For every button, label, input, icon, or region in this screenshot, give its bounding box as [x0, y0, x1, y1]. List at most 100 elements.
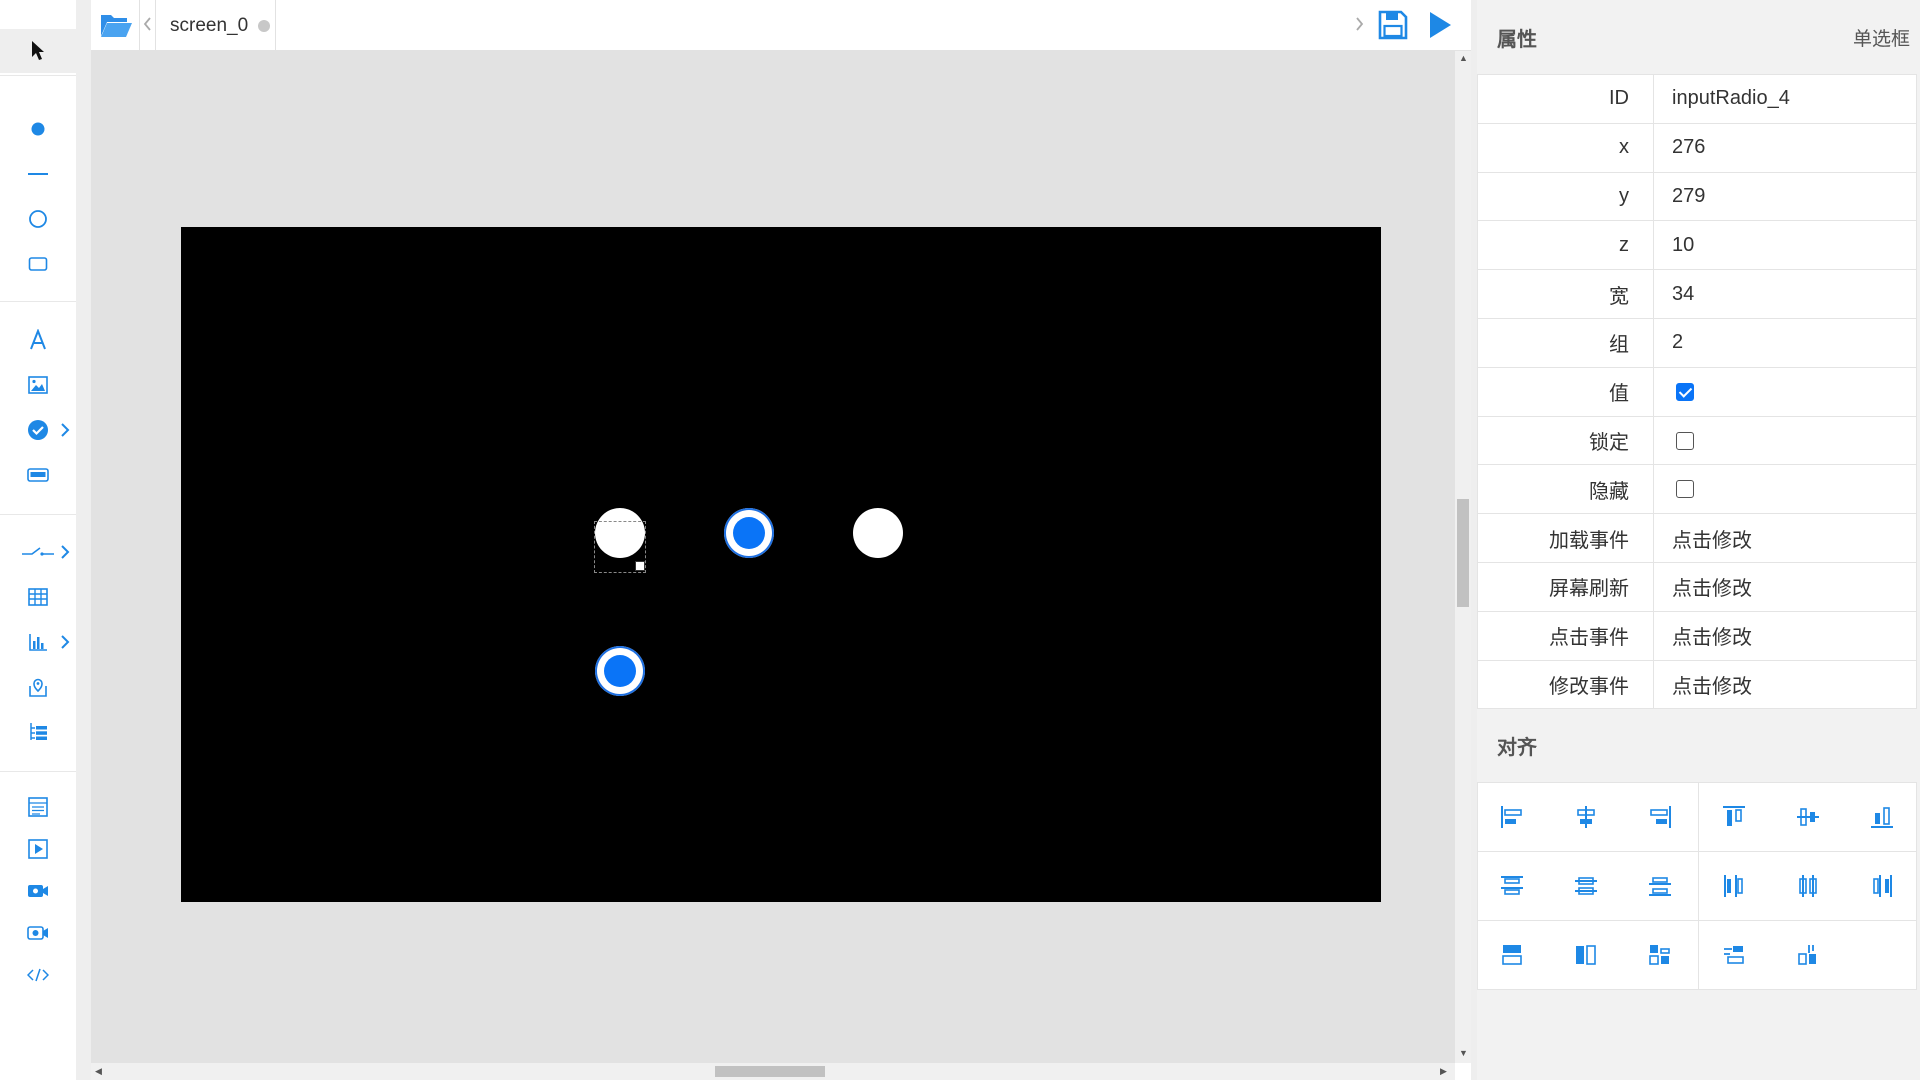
chevron-right-icon[interactable]	[60, 634, 70, 650]
same-size-icon	[1649, 945, 1670, 965]
distribute-center-h-button[interactable]	[1566, 866, 1606, 906]
folder-open-icon	[101, 15, 132, 37]
text-tool[interactable]	[0, 318, 76, 362]
align-center-h-icon	[1577, 806, 1595, 828]
page-tool[interactable]	[0, 785, 76, 829]
unsaved-indicator-dot[interactable]	[258, 19, 271, 32]
left-toolbar	[0, 0, 76, 1080]
property-key: ID	[1477, 74, 1654, 124]
scroll-right-arrow-icon[interactable]: ▶	[1440, 1066, 1447, 1077]
design-workspace[interactable]	[91, 51, 1455, 1063]
property-value-z[interactable]: 10	[1653, 220, 1917, 271]
tab-screen-0[interactable]: screen_0	[156, 0, 276, 51]
property-value-cell	[1653, 464, 1917, 515]
distribute-left-button[interactable]	[1714, 866, 1754, 906]
space-vertical-button[interactable]	[1788, 935, 1828, 975]
map-tool[interactable]	[0, 665, 76, 709]
line-tool[interactable]	[0, 152, 76, 196]
align-middle-v-button[interactable]	[1788, 797, 1828, 837]
space-horizontal-icon	[1724, 946, 1744, 964]
screen-refresh-edit[interactable]: 点击修改	[1653, 561, 1917, 612]
scroll-left-arrow-icon[interactable]: ◀	[95, 1066, 102, 1077]
property-row: y 279	[1477, 171, 1917, 222]
scrollbar-thumb[interactable]	[1457, 499, 1469, 607]
align-middle-v-icon	[1797, 808, 1819, 826]
property-value-id[interactable]: inputRadio_4	[1653, 74, 1917, 124]
resize-handle[interactable]	[635, 561, 645, 571]
tab-scroll-left-button[interactable]	[141, 14, 153, 34]
code-icon	[27, 968, 49, 982]
property-value-y[interactable]: 279	[1653, 171, 1917, 222]
tab-scroll-right-button[interactable]	[1353, 14, 1365, 34]
property-row: 屏幕刷新 点击修改	[1477, 561, 1917, 612]
screen-canvas[interactable]	[181, 227, 1381, 902]
select-tool[interactable]	[0, 29, 76, 73]
check-tool[interactable]	[0, 408, 76, 452]
load-event-edit[interactable]: 点击修改	[1653, 513, 1917, 563]
hidden-checkbox[interactable]	[1676, 480, 1694, 499]
property-row: 点击事件 点击修改	[1477, 610, 1917, 661]
radio-button-selected[interactable]	[595, 646, 645, 696]
align-left-button[interactable]	[1492, 797, 1532, 837]
table-icon	[28, 588, 48, 606]
camera-tool[interactable]	[0, 911, 76, 955]
same-size-button[interactable]	[1640, 935, 1680, 975]
lock-checkbox[interactable]	[1676, 431, 1694, 450]
property-row: 隐藏	[1477, 464, 1917, 515]
media-tool[interactable]	[0, 827, 76, 871]
vertical-scrollbar[interactable]: ▲ ▼	[1455, 51, 1471, 1063]
distribute-bottom-button[interactable]	[1640, 866, 1680, 906]
same-height-button[interactable]	[1566, 935, 1606, 975]
save-button[interactable]	[1374, 6, 1412, 44]
align-center-h-button[interactable]	[1566, 797, 1606, 837]
align-bottom-button[interactable]	[1862, 797, 1902, 837]
chevron-right-icon[interactable]	[60, 544, 70, 560]
same-width-icon	[1502, 945, 1522, 965]
click-event-edit[interactable]: 点击修改	[1653, 610, 1917, 661]
distribute-top-button[interactable]	[1492, 866, 1532, 906]
rect-tool[interactable]	[0, 242, 76, 286]
distribute-right-button[interactable]	[1862, 866, 1902, 906]
play-box-icon	[28, 839, 48, 859]
property-row: ID inputRadio_4	[1477, 74, 1917, 124]
scroll-up-arrow-icon[interactable]: ▲	[1459, 53, 1468, 63]
align-bottom-icon	[1871, 807, 1893, 828]
same-width-button[interactable]	[1492, 935, 1532, 975]
property-value-cell	[1653, 415, 1917, 466]
circle-tool[interactable]	[0, 197, 76, 241]
property-value-width[interactable]: 34	[1653, 269, 1917, 319]
code-tool[interactable]	[0, 953, 76, 997]
radio-button[interactable]	[853, 508, 903, 558]
property-row: 组 2	[1477, 317, 1917, 368]
switch-icon	[22, 547, 54, 556]
value-checkbox[interactable]	[1676, 382, 1694, 401]
chevron-right-icon[interactable]	[60, 422, 70, 438]
property-value-x[interactable]: 276	[1653, 122, 1917, 173]
property-key: 修改事件	[1477, 659, 1654, 710]
tree-tool[interactable]	[0, 710, 76, 754]
switch-tool[interactable]	[0, 530, 76, 574]
image-tool[interactable]	[0, 363, 76, 407]
property-key: 值	[1477, 366, 1654, 417]
table-tool[interactable]	[0, 575, 76, 619]
property-value-group[interactable]: 2	[1653, 317, 1917, 368]
radio-button[interactable]	[724, 508, 774, 558]
video-tool[interactable]	[0, 869, 76, 913]
space-horizontal-button[interactable]	[1714, 935, 1754, 975]
align-right-button[interactable]	[1640, 797, 1680, 837]
property-key: 点击事件	[1477, 610, 1654, 661]
input-tool[interactable]	[0, 453, 76, 497]
property-key: x	[1477, 122, 1654, 173]
align-top-button[interactable]	[1714, 797, 1754, 837]
change-event-edit[interactable]: 点击修改	[1653, 659, 1917, 710]
horizontal-scrollbar[interactable]: ◀ ▶	[91, 1063, 1455, 1080]
distribute-center-v-button[interactable]	[1788, 866, 1828, 906]
scrollbar-thumb[interactable]	[715, 1066, 825, 1077]
point-tool[interactable]	[0, 107, 76, 151]
chart-tool[interactable]	[0, 620, 76, 664]
distribute-bottom-icon	[1649, 877, 1671, 896]
run-preview-button[interactable]	[1421, 6, 1459, 44]
scroll-down-arrow-icon[interactable]: ▼	[1459, 1048, 1468, 1058]
property-row: 修改事件 点击修改	[1477, 659, 1917, 710]
open-folder-button[interactable]	[97, 8, 135, 42]
